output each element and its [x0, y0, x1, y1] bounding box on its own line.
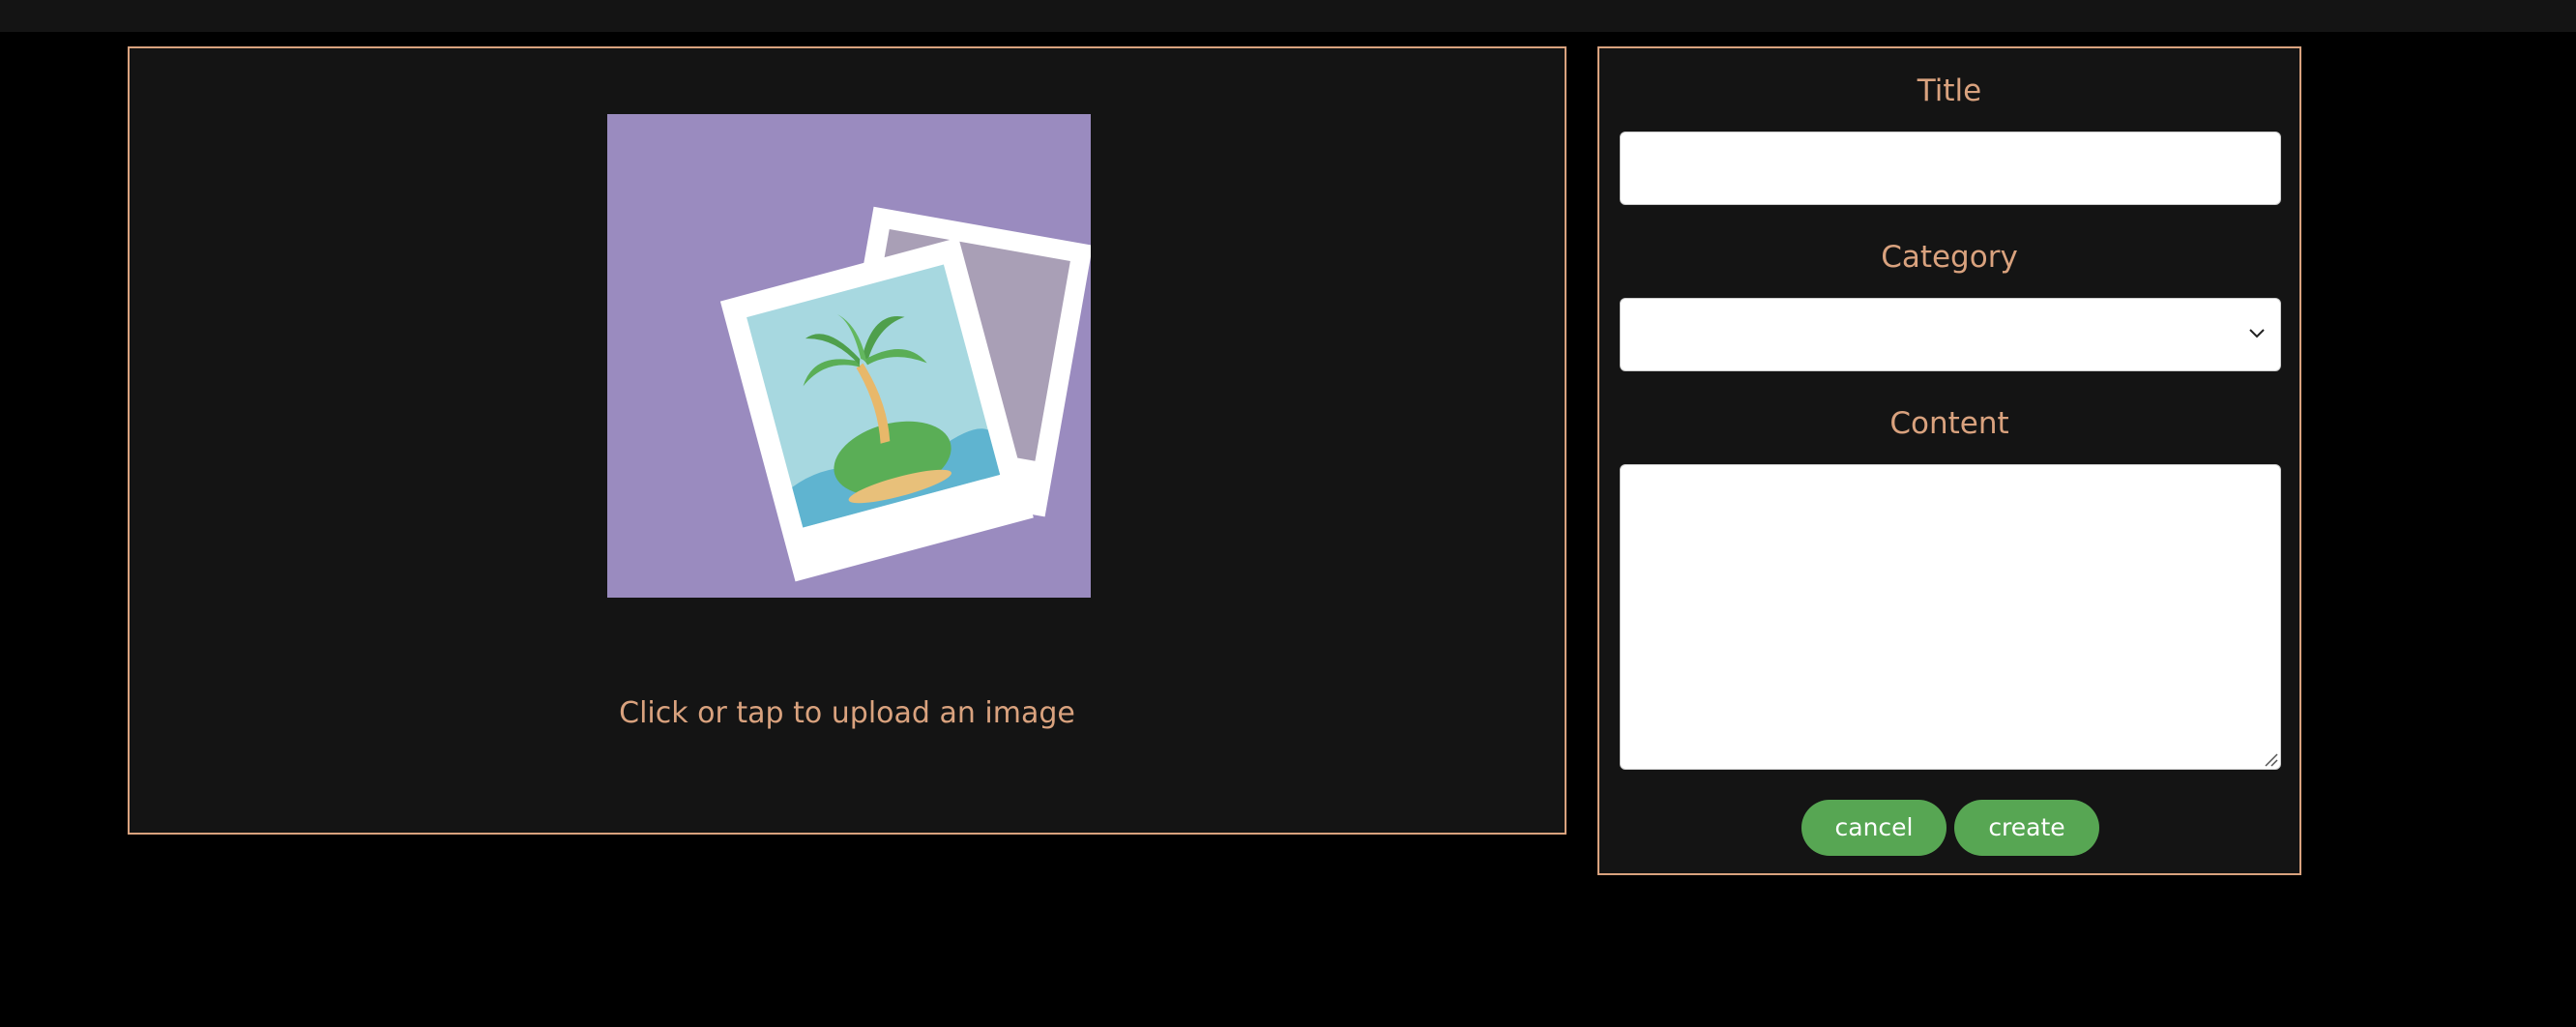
post-form: Title Category Content cancel create — [1597, 46, 2301, 875]
cancel-button[interactable]: cancel — [1801, 800, 1947, 856]
category-select[interactable] — [1620, 298, 2281, 371]
chevron-down-icon — [2249, 329, 2265, 338]
image-upload-area[interactable]: Click or tap to upload an image — [128, 46, 1566, 835]
title-label: Title — [1917, 73, 1982, 108]
title-input[interactable] — [1620, 132, 2281, 205]
create-button[interactable]: create — [1954, 800, 2099, 856]
content-textarea[interactable] — [1620, 464, 2281, 770]
photo-placeholder-icon — [607, 114, 1091, 598]
upload-caption: Click or tap to upload an image — [619, 696, 1075, 730]
category-label: Category — [1881, 240, 2018, 275]
content-label: Content — [1889, 406, 2009, 441]
top-bar — [0, 0, 2576, 32]
resize-grip-icon[interactable] — [2263, 751, 2278, 767]
